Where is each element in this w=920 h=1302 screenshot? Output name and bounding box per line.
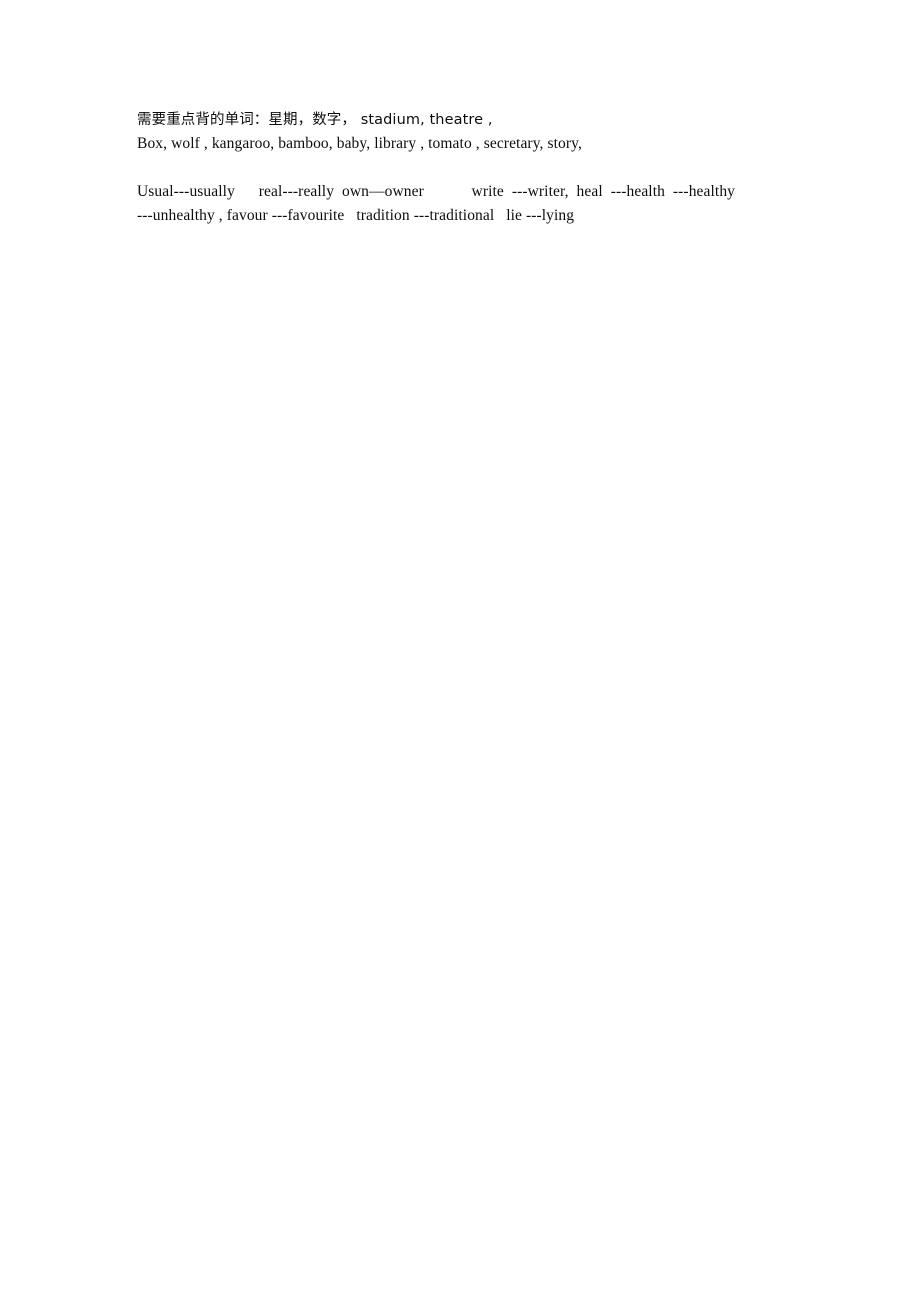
paragraph-vocabulary-list: 需要重点背的单词：星期，数字， stadium, theatre , Box, … [137,108,837,156]
document-page: 需要重点背的单词：星期，数字， stadium, theatre , Box, … [0,0,920,1302]
text-line-vocabulary-1: 需要重点背的单词：星期，数字， stadium, theatre , [137,112,493,128]
text-line-word-formation-2: ---unhealthy , favour ---favourite tradi… [137,207,575,224]
paragraph-word-formation-list: Usual---usually real---really own—owner … [137,180,837,228]
blank-separator-line [137,156,837,180]
document-text-body: 需要重点背的单词：星期，数字， stadium, theatre , Box, … [137,108,837,228]
text-line-vocabulary-2: Box, wolf , kangaroo, bamboo, baby, libr… [137,135,582,152]
text-line-word-formation-1: Usual---usually real---really own—owner … [137,183,736,200]
